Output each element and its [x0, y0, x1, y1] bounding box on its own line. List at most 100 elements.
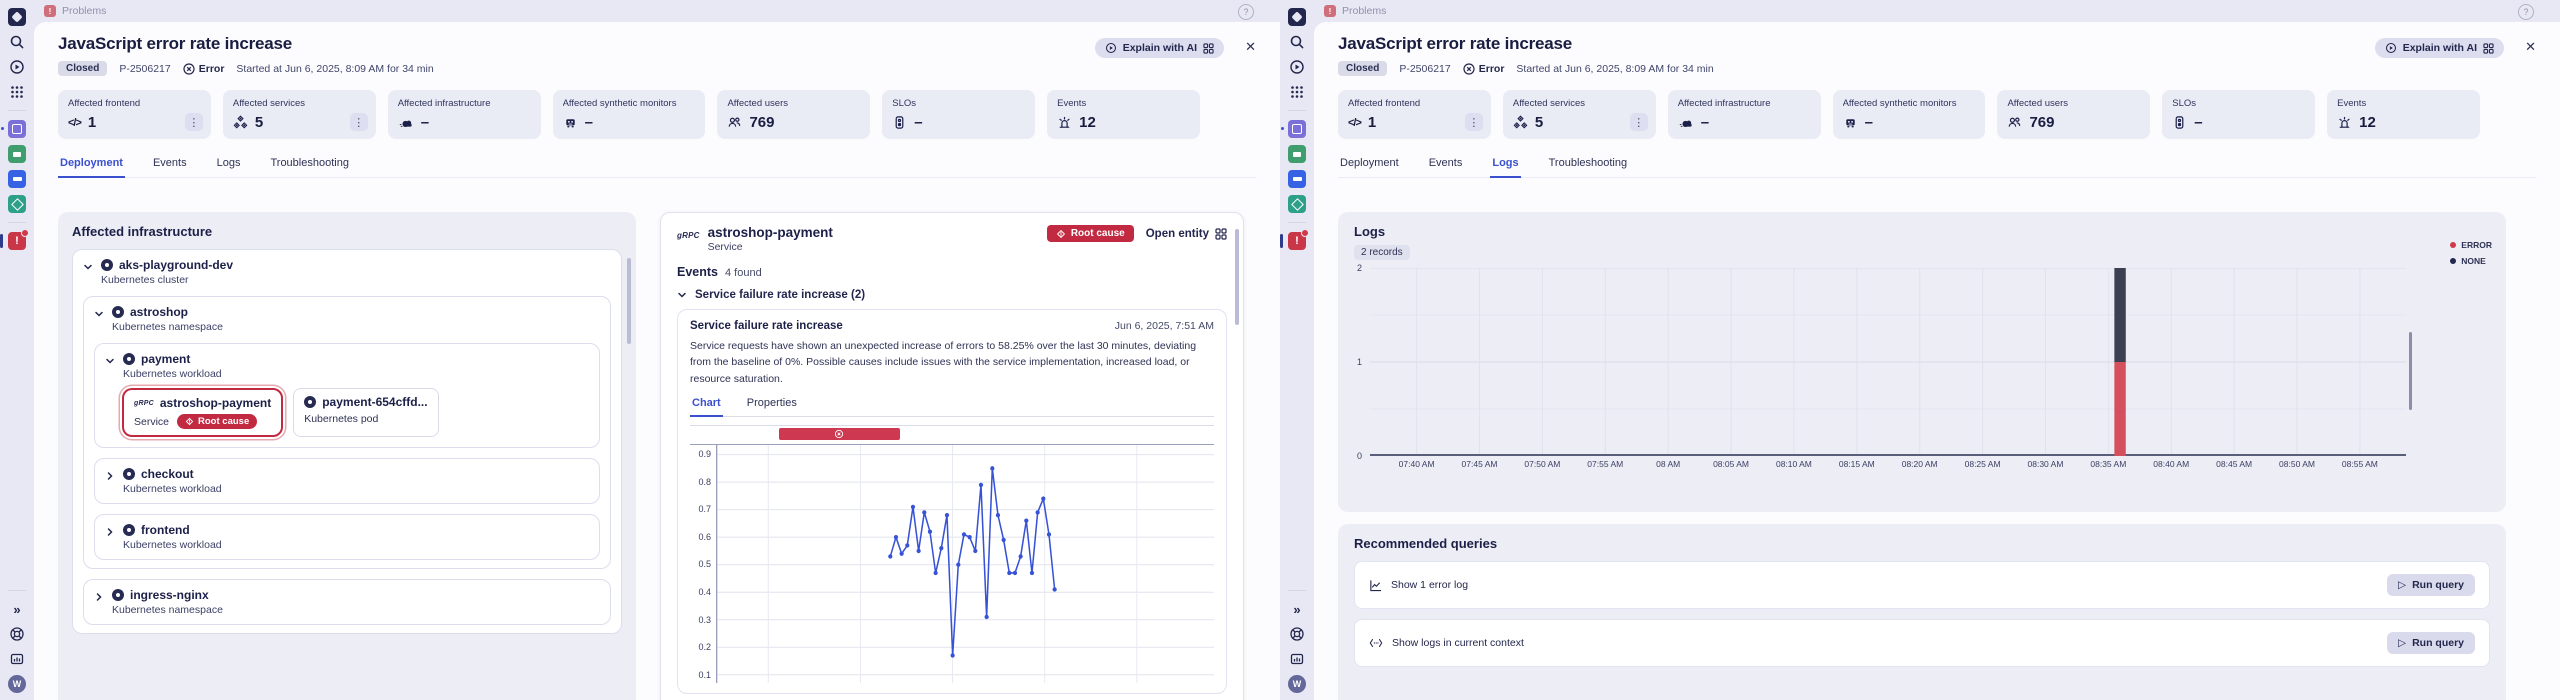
- node-type: Kubernetes workload: [123, 483, 222, 495]
- tab-deployment[interactable]: Deployment: [1338, 157, 1401, 177]
- tree-node-header[interactable]: frontend Kubernetes workload: [105, 523, 589, 551]
- robot-icon: [563, 115, 578, 130]
- davis-ai-icon[interactable]: [1288, 58, 1306, 76]
- open-entity-button[interactable]: Open entity: [1146, 228, 1227, 240]
- close-icon[interactable]: ✕: [2525, 39, 2536, 55]
- tile-affected-synthetic-monitors: Affected synthetic monitors –: [552, 90, 706, 139]
- event-group-toggle[interactable]: Service failure rate increase (2): [677, 289, 1227, 301]
- tile-value: 5: [254, 114, 264, 131]
- event-marker-bar[interactable]: [779, 428, 900, 441]
- app-grid-icon[interactable]: [8, 83, 26, 101]
- tree-node-header[interactable]: payment Kubernetes workload: [105, 352, 589, 380]
- scrollbar-thumb[interactable]: [627, 258, 631, 344]
- event-group-label: Service failure rate increase (2): [695, 289, 866, 301]
- pod-chip-payment[interactable]: payment-654cffd... Kubernetes pod: [293, 388, 439, 437]
- kubernetes-app-icon[interactable]: [8, 195, 26, 213]
- node-name: astroshop: [130, 305, 189, 319]
- chevron-right-icon[interactable]: [105, 527, 115, 551]
- tile-affected-synthetic-monitors: Affected synthetic monitors –: [1832, 90, 1986, 139]
- help-icon[interactable]: ?: [1238, 4, 1254, 20]
- play-icon: ▷: [2398, 579, 2407, 591]
- chevron-down-icon[interactable]: [94, 309, 104, 333]
- help-lifebuoy-icon[interactable]: [8, 625, 26, 643]
- scrollbar-thumb[interactable]: [1235, 229, 1239, 325]
- chevron-down-icon[interactable]: [105, 356, 115, 380]
- search-icon[interactable]: [8, 33, 26, 51]
- tile-menu-button[interactable]: ⋮: [1464, 113, 1483, 131]
- tile-menu-button[interactable]: ⋮: [184, 113, 203, 131]
- clouds-app-icon[interactable]: [1281, 120, 1306, 138]
- chevron-down-icon[interactable]: [83, 262, 93, 286]
- tab-chart[interactable]: Chart: [690, 397, 723, 417]
- chip-type: Service: [134, 415, 170, 428]
- problems-tab-icon: !: [44, 5, 56, 17]
- node-type: Kubernetes namespace: [112, 604, 223, 616]
- entity-panel: gRPC astroshop-payment Service Root caus…: [660, 212, 1244, 700]
- explain-with-ai-button[interactable]: Explain with AI: [2374, 38, 2504, 58]
- tab-troubleshooting[interactable]: Troubleshooting: [1547, 157, 1629, 177]
- reports-icon[interactable]: [8, 650, 26, 668]
- close-icon[interactable]: ✕: [1245, 39, 1256, 55]
- users-icon: [727, 115, 742, 130]
- tile-label: Affected synthetic monitors: [1842, 98, 1957, 109]
- tile-affected-frontend: Affected frontend </> 1 ⋮: [58, 90, 211, 139]
- tree-node-header[interactable]: ingress-nginx Kubernetes namespace: [94, 588, 600, 616]
- tab-deployment[interactable]: Deployment: [58, 157, 125, 178]
- recommended-queries-title: Recommended queries: [1354, 536, 1498, 551]
- app-rail: ! » W: [1280, 0, 1314, 700]
- workflows-app-icon[interactable]: [8, 145, 26, 163]
- search-icon[interactable]: [1288, 33, 1306, 51]
- tab-logs[interactable]: Logs: [1490, 157, 1521, 178]
- tile-menu-button[interactable]: ⋮: [1629, 113, 1648, 131]
- tile-menu-button[interactable]: ⋮: [349, 113, 368, 131]
- davis-ai-icon[interactable]: [8, 58, 26, 76]
- grpc-icon: gRPC: [134, 399, 154, 407]
- user-avatar[interactable]: W: [1288, 675, 1306, 693]
- chevron-down-icon[interactable]: [677, 290, 687, 300]
- dynatrace-logo-icon[interactable]: [1288, 8, 1306, 26]
- event-card: Service failure rate increase Jun 6, 202…: [677, 309, 1227, 694]
- clouds-app-icon[interactable]: [1, 120, 26, 138]
- dashboards-app-icon[interactable]: [1288, 170, 1306, 188]
- help-lifebuoy-icon[interactable]: [1288, 625, 1306, 643]
- app-rail: ! » W: [0, 0, 34, 700]
- help-icon[interactable]: ?: [2518, 4, 2534, 20]
- reports-icon[interactable]: [1288, 650, 1306, 668]
- dashboards-app-icon[interactable]: [8, 170, 26, 188]
- query-row-logs-context[interactable]: Show logs in current context ▷ Run query: [1354, 619, 2490, 667]
- app-tab-problems[interactable]: ! Problems: [1324, 5, 1386, 17]
- tab-events[interactable]: Events: [1427, 157, 1465, 177]
- cloud-icon: [398, 116, 414, 130]
- dynatrace-logo-icon[interactable]: [8, 8, 26, 26]
- expand-rail-icon[interactable]: »: [8, 600, 26, 618]
- app-tab-problems[interactable]: ! Problems: [44, 5, 106, 17]
- tab-logs[interactable]: Logs: [215, 157, 243, 177]
- app-tab-label: Problems: [1342, 5, 1387, 17]
- run-query-button[interactable]: ▷ Run query: [2387, 632, 2475, 654]
- chip-type: Kubernetes pod: [304, 413, 379, 425]
- chevron-right-icon[interactable]: [94, 592, 104, 616]
- tree-node-header[interactable]: aks-playground-dev Kubernetes cluster: [83, 258, 611, 286]
- tree-node-header[interactable]: checkout Kubernetes workload: [105, 467, 589, 495]
- expand-rail-icon[interactable]: »: [1288, 600, 1306, 618]
- app-grid-icon[interactable]: [1288, 83, 1306, 101]
- problems-app-icon[interactable]: !: [0, 229, 29, 250]
- tab-troubleshooting[interactable]: Troubleshooting: [268, 157, 350, 177]
- service-chip-astroshop-payment[interactable]: gRPC astroshop-payment Service Root cause: [122, 388, 284, 437]
- events-label: Events: [677, 265, 718, 279]
- user-avatar[interactable]: W: [8, 675, 26, 693]
- tab-events[interactable]: Events: [151, 157, 189, 177]
- tile-value: 769: [2029, 114, 2055, 131]
- chevron-right-icon[interactable]: [105, 471, 115, 495]
- tab-properties[interactable]: Properties: [745, 397, 799, 416]
- query-row-error-log[interactable]: Show 1 error log ▷ Run query: [1354, 561, 2490, 609]
- workflows-app-icon[interactable]: [1288, 145, 1306, 163]
- run-query-button[interactable]: ▷ Run query: [2387, 574, 2475, 596]
- legend-none-label: NONE: [2461, 256, 2486, 266]
- problems-app-icon[interactable]: !: [1280, 229, 1309, 250]
- kubernetes-app-icon[interactable]: [1288, 195, 1306, 213]
- explain-with-ai-button[interactable]: Explain with AI: [1094, 38, 1224, 58]
- scrollbar-thumb[interactable]: [2409, 332, 2412, 410]
- tree-node-header[interactable]: astroshop Kubernetes namespace: [94, 305, 600, 333]
- problems-window-deployment: ! » W ! Problems ? JavaScript error rate…: [0, 0, 1280, 700]
